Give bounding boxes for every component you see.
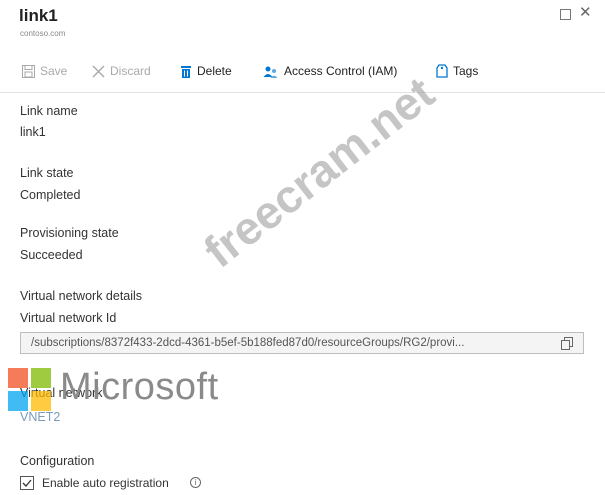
blade-title: link1: [19, 6, 58, 25]
vnet-details-heading: Virtual network details: [20, 289, 143, 303]
trash-icon: [181, 65, 191, 78]
checkmark-icon: [22, 479, 32, 487]
tags-button[interactable]: Tags: [436, 64, 478, 78]
blade-subtitle: contoso.com: [20, 29, 66, 38]
vnet-id-value: /subscriptions/8372f433-2dcd-4361-b5ef-5…: [31, 337, 465, 349]
iam-label: Access Control (IAM): [284, 64, 398, 78]
vnet-id-field[interactable]: /subscriptions/8372f433-2dcd-4361-b5ef-5…: [20, 332, 584, 354]
delete-label: Delete: [197, 64, 232, 78]
provisioning-state-label: Provisioning state: [20, 226, 119, 240]
save-label: Save: [40, 64, 68, 78]
discard-icon: [92, 65, 105, 77]
delete-button[interactable]: Delete: [180, 64, 232, 78]
link-state-value: Completed: [20, 188, 81, 202]
save-button[interactable]: Save: [22, 64, 67, 78]
toolbar: Save Discard Delete Access Control (IAM)…: [0, 48, 605, 93]
info-icon[interactable]: i: [190, 477, 201, 488]
iam-icon: [263, 66, 278, 78]
configuration-label: Configuration: [20, 454, 95, 468]
discard-button[interactable]: Discard: [92, 64, 151, 78]
tags-label: Tags: [453, 64, 479, 78]
auto-registration-label: Enable auto registration: [42, 476, 169, 490]
microsoft-wordmark: Microsoft: [60, 366, 219, 408]
link-name-label: Link name: [20, 104, 78, 118]
maximize-icon[interactable]: [560, 9, 571, 20]
watermark: freecram.net: [193, 66, 444, 278]
vnet-id-label: Virtual network Id: [20, 311, 117, 325]
link-state-label: Link state: [20, 166, 74, 180]
microsoft-logo: [8, 368, 54, 414]
auto-registration-checkbox[interactable]: [20, 476, 34, 490]
provisioning-state-value: Succeeded: [20, 248, 83, 262]
link-name-value: link1: [20, 125, 46, 139]
access-control-button[interactable]: Access Control (IAM): [263, 64, 397, 78]
copy-icon[interactable]: [561, 337, 574, 350]
close-icon[interactable]: ✕: [579, 5, 592, 20]
tag-icon: [436, 64, 448, 78]
discard-label: Discard: [110, 64, 151, 78]
private-dns-link-blade: link1 contoso.com ✕ Save Discard Delete …: [0, 0, 605, 495]
save-icon: [22, 64, 35, 78]
